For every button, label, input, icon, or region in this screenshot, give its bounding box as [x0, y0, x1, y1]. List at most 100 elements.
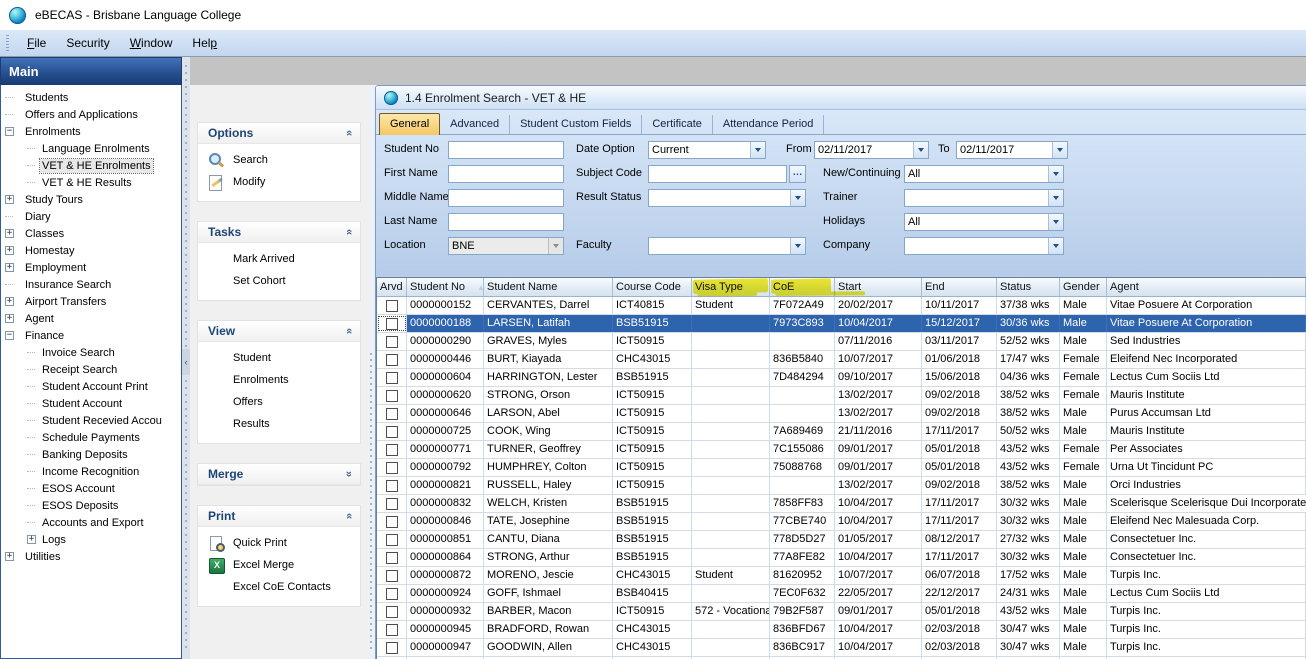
sidebar-item-utilities[interactable]: +Utilities	[1, 548, 181, 565]
middle-name-input[interactable]	[448, 189, 564, 207]
child-window-title-bar[interactable]: 1.4 Enrolment Search - VET & HE	[376, 86, 1306, 110]
collapse-icon[interactable]: −	[5, 331, 14, 340]
menu-help[interactable]: Help	[182, 32, 227, 55]
arrived-checkbox[interactable]	[386, 624, 398, 636]
collapse-sidebar-arrow-icon[interactable]: ‹	[182, 349, 190, 375]
sidebar-item-airport-transfers[interactable]: +Airport Transfers	[1, 293, 181, 310]
expand-icon[interactable]: +	[5, 263, 14, 272]
cell-arvd[interactable]	[377, 495, 407, 512]
results-action[interactable]: Results	[198, 413, 360, 435]
chevron-down-icon[interactable]	[1052, 142, 1067, 158]
cell-arvd[interactable]	[377, 513, 407, 530]
chevron-collapse-icon[interactable]: «	[343, 130, 355, 136]
arrived-checkbox[interactable]	[386, 444, 398, 456]
cell-arvd[interactable]	[377, 351, 407, 368]
cell-arvd[interactable]	[377, 603, 407, 620]
collapse-icon[interactable]: −	[5, 127, 14, 136]
result-status-select[interactable]	[648, 189, 806, 207]
sidebar-item-student-account[interactable]: Student Account	[1, 395, 181, 412]
chevron-down-icon[interactable]	[1048, 166, 1063, 182]
cell-arvd[interactable]	[377, 567, 407, 584]
sidebar-item-classes[interactable]: +Classes	[1, 225, 181, 242]
table-row[interactable]: 0000000620STRONG, OrsonICT5091513/02/201…	[377, 387, 1306, 405]
arrived-checkbox[interactable]	[386, 642, 398, 654]
excel-coe-contacts-action[interactable]: Excel CoE Contacts	[198, 576, 360, 598]
arrived-checkbox[interactable]	[386, 534, 398, 546]
expand-icon[interactable]: +	[27, 535, 36, 544]
table-row[interactable]: 0000000152CERVANTES, DarrelICT40815Stude…	[377, 297, 1306, 315]
table-row[interactable]: 0000000945BRADFORD, RowanCHC43015836BFD6…	[377, 621, 1306, 639]
panel-merge-header[interactable]: Merge«	[198, 464, 360, 485]
sidebar-item-student-account-print[interactable]: Student Account Print	[1, 378, 181, 395]
sidebar-item-esos-deposits[interactable]: ESOS Deposits	[1, 497, 181, 514]
column-header-student_no[interactable]: Student No▲	[407, 278, 484, 296]
menu-window[interactable]: Window	[120, 32, 183, 55]
cell-arvd[interactable]	[377, 297, 407, 314]
sidebar-item-study-tours[interactable]: +Study Tours	[1, 191, 181, 208]
column-header-student_name[interactable]: Student Name	[484, 278, 613, 296]
sidebar-item-invoice-search[interactable]: Invoice Search	[1, 344, 181, 361]
arrived-checkbox[interactable]	[386, 354, 398, 366]
sidebar-item-student-recevied-accou[interactable]: Student Recevied Accou	[1, 412, 181, 429]
panel-options-header[interactable]: Options«	[198, 123, 360, 144]
sidebar-item-language-enrolments[interactable]: Language Enrolments	[1, 140, 181, 157]
table-row[interactable]: 0000000924GOFF, IshmaelBSB404157EC0F6322…	[377, 585, 1306, 603]
sidebar-item-banking-deposits[interactable]: Banking Deposits	[1, 446, 181, 463]
table-row[interactable]: 0000000851CANTU, DianaBSB51915778D5D2701…	[377, 531, 1306, 549]
table-row[interactable]: 0000000188LARSEN, LatifahBSB519157973C89…	[377, 315, 1306, 333]
column-header-gender[interactable]: Gender	[1060, 278, 1107, 296]
chevron-down-icon[interactable]	[790, 190, 805, 206]
arrived-checkbox[interactable]	[386, 426, 398, 438]
expand-icon[interactable]: +	[5, 297, 14, 306]
arrived-checkbox[interactable]	[386, 588, 398, 600]
cell-arvd[interactable]	[377, 387, 407, 404]
chevron-down-icon[interactable]	[913, 142, 928, 158]
subject-code-input[interactable]	[648, 165, 787, 183]
table-row[interactable]: 0000000872MORENO, JescieCHC43015Student8…	[377, 567, 1306, 585]
expand-icon[interactable]: +	[5, 246, 14, 255]
table-row[interactable]: 0000000446BURT, KiayadaCHC43015836B58401…	[377, 351, 1306, 369]
sidebar-item-students[interactable]: Students	[1, 89, 181, 106]
menu-file[interactable]: File	[17, 32, 56, 55]
table-row[interactable]: 0000000771TURNER, GeoffreyICT509157C1550…	[377, 441, 1306, 459]
cell-arvd[interactable]	[377, 549, 407, 566]
sidebar-item-accounts-and-export[interactable]: Accounts and Export	[1, 514, 181, 531]
sidebar-item-offers-and-applications[interactable]: Offers and Applications	[1, 106, 181, 123]
cell-arvd[interactable]	[377, 621, 407, 638]
trainer-select[interactable]	[904, 189, 1064, 207]
grid-rows[interactable]: 0000000152CERVANTES, DarrelICT40815Stude…	[377, 297, 1306, 659]
table-row[interactable]: 0000000792HUMPHREY, ColtonICT50915750887…	[377, 459, 1306, 477]
tab-student-custom-fields[interactable]: Student Custom Fields	[510, 115, 642, 134]
chevron-down-icon[interactable]	[1048, 238, 1063, 254]
chevron-down-icon[interactable]	[1048, 190, 1063, 206]
enrolments-action[interactable]: Enrolments	[198, 369, 360, 391]
sidebar-item-agent[interactable]: +Agent	[1, 310, 181, 327]
cell-arvd[interactable]	[377, 459, 407, 476]
quick-print-action[interactable]: Quick Print	[198, 532, 360, 554]
cell-arvd[interactable]	[377, 441, 407, 458]
sidebar-item-diary[interactable]: Diary	[1, 208, 181, 225]
tab-attendance-period[interactable]: Attendance Period	[713, 115, 825, 134]
arrived-checkbox[interactable]	[386, 606, 398, 618]
cell-arvd[interactable]	[377, 639, 407, 656]
arrived-checkbox[interactable]	[386, 480, 398, 492]
to-date-picker[interactable]: 02/11/2017	[956, 141, 1068, 159]
excel-merge-action[interactable]: Excel Merge	[198, 554, 360, 576]
sidebar-item-finance[interactable]: −Finance	[1, 327, 181, 344]
cell-arvd[interactable]	[377, 333, 407, 350]
sidebar-splitter[interactable]: ‹	[182, 57, 190, 659]
menu-security[interactable]: Security	[56, 32, 119, 55]
table-row[interactable]: 0000000932BARBER, MaconICT50915572 - Voc…	[377, 603, 1306, 621]
table-row[interactable]: 0000000821RUSSELL, HaleyICT5091513/02/20…	[377, 477, 1306, 495]
arrived-checkbox[interactable]	[386, 300, 398, 312]
cell-arvd[interactable]	[377, 477, 407, 494]
arrived-checkbox[interactable]	[386, 498, 398, 510]
date-option-select[interactable]: Current	[648, 141, 766, 159]
tab-general[interactable]: General	[379, 113, 440, 135]
arrived-checkbox[interactable]	[386, 336, 398, 348]
panel-tasks-header[interactable]: Tasks«	[198, 222, 360, 243]
student-action[interactable]: Student	[198, 347, 360, 369]
arrived-checkbox[interactable]	[386, 570, 398, 582]
first-name-input[interactable]	[448, 165, 564, 183]
sidebar-item-receipt-search[interactable]: Receipt Search	[1, 361, 181, 378]
